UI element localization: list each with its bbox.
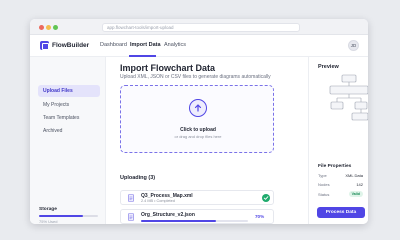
upload-progress-bar xyxy=(141,220,248,222)
app-name: FlowBuilder xyxy=(52,42,90,49)
property-label-type: Type xyxy=(318,173,327,178)
dropzone-subtitle: or drag and drop files here xyxy=(174,134,222,139)
upload-progress-percent: 70% xyxy=(255,214,265,219)
preview-title: Preview xyxy=(318,64,339,70)
upload-dropzone[interactable]: Click to upload or drag and drop files h… xyxy=(120,85,274,153)
storage-label: Storage xyxy=(39,207,57,212)
nav-analytics[interactable]: Analytics xyxy=(164,42,186,48)
sidebar-item-upload-files[interactable]: Upload Files xyxy=(38,85,100,97)
document-icon xyxy=(128,194,134,202)
file-row[interactable]: Org_Structure_v2.json 70% xyxy=(120,209,274,224)
browser-chrome: app.flowchart-tools/import-upload xyxy=(30,19,368,35)
property-label-nodes: Nodes xyxy=(318,182,330,187)
file-row[interactable]: Q3_Process_Map.xml 2.4 MB • Completed xyxy=(120,190,274,205)
page-subtitle: Upload XML, JSON or CSV files to generat… xyxy=(120,74,271,80)
sidebar: Upload Files My Projects Team Templates … xyxy=(30,57,106,224)
app-logo-icon xyxy=(40,41,49,50)
page-title: Import Flowchart Data xyxy=(120,63,216,73)
file-meta: 2.4 MB • Completed xyxy=(141,199,175,203)
upload-icon xyxy=(189,99,207,117)
preview-panel: Preview File Properties Type XML Data No… xyxy=(308,57,368,224)
sidebar-item-archived[interactable]: Archived xyxy=(38,125,100,137)
file-properties-title: File Properties xyxy=(318,164,352,169)
close-window-dot[interactable] xyxy=(39,25,44,30)
file-name: Org_Structure_v2.json xyxy=(141,212,195,218)
maximize-window-dot[interactable] xyxy=(53,25,58,30)
address-bar[interactable]: app.flowchart-tools/import-upload xyxy=(102,23,300,32)
storage-bar xyxy=(39,215,98,217)
sidebar-item-team-templates[interactable]: Team Templates xyxy=(38,112,100,124)
user-avatar[interactable]: JD xyxy=(348,40,359,51)
process-data-button[interactable]: Process Data xyxy=(317,207,365,218)
document-icon xyxy=(128,213,134,221)
uploading-heading: Uploading (3) xyxy=(120,175,156,181)
minimize-window-dot[interactable] xyxy=(46,25,51,30)
sidebar-item-my-projects[interactable]: My Projects xyxy=(38,99,100,111)
dropzone-title: Click to upload xyxy=(180,127,216,133)
main-content: Import Flowchart Data Upload XML, JSON o… xyxy=(106,57,308,224)
property-value-nodes: 142 xyxy=(356,182,363,187)
top-navigation: FlowBuilder Dashboard Import Data Analyt… xyxy=(30,35,368,57)
property-value-type: XML Data xyxy=(345,173,363,178)
storage-usage-text: 75% Used xyxy=(39,219,58,224)
property-label-status: Status xyxy=(318,192,330,197)
upload-progress-fill xyxy=(141,220,216,222)
flowchart-preview xyxy=(329,74,368,121)
status-badge: Valid xyxy=(348,191,363,197)
app-window: app.flowchart-tools/import-upload FlowBu… xyxy=(30,19,368,224)
check-circle-icon xyxy=(262,194,270,202)
storage-bar-fill xyxy=(39,215,84,217)
nav-import-data[interactable]: Import Data xyxy=(130,42,161,48)
nav-dashboard[interactable]: Dashboard xyxy=(100,42,127,48)
